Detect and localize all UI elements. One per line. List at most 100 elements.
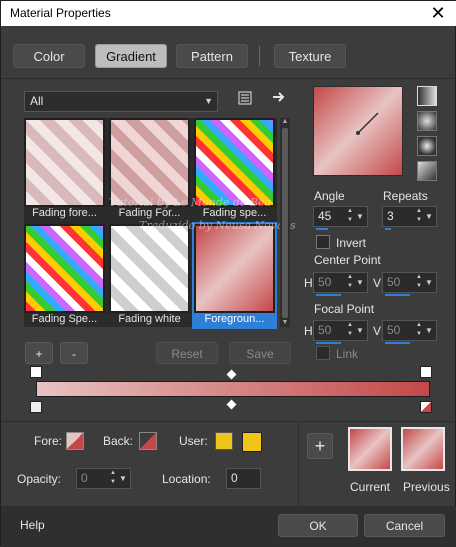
swatch-label: Fading Spe... [24, 313, 105, 327]
swatch-fading-foreground-2[interactable]: Fading For... [109, 118, 190, 221]
ok-button[interactable]: OK [278, 514, 358, 537]
angle-handle-icon [356, 112, 379, 135]
spin-arrows-icon[interactable]: ▲ ▼ [346, 273, 354, 292]
focal-h-label: H [304, 324, 313, 338]
spin-arrows-icon[interactable]: ▲ ▼ [415, 273, 423, 292]
location-input[interactable]: 0 [226, 468, 261, 489]
help-link[interactable]: Help [20, 518, 45, 532]
chevron-down-icon[interactable]: ▼ [424, 321, 434, 340]
swatch-label: Fading spe... [194, 207, 275, 221]
current-material-swatch[interactable] [348, 427, 392, 471]
user-color-swatch[interactable] [242, 432, 262, 452]
focal-h-spinner[interactable]: 50 ▲ ▼ ▼ [313, 320, 368, 344]
chevron-down-icon[interactable]: ▼ [355, 273, 365, 292]
tab-divider [1, 78, 456, 79]
scroll-up-icon[interactable]: ▲ [280, 118, 290, 126]
arrow-right-icon[interactable] [269, 89, 289, 109]
center-h-label: H [304, 276, 313, 290]
gradient-stop-top-left[interactable] [30, 366, 42, 378]
color-stop-end[interactable] [420, 401, 432, 413]
add-to-swatches-button[interactable]: + [307, 433, 333, 459]
center-point-label: Center Point [314, 253, 381, 267]
focal-h-value: 50 [318, 323, 332, 337]
chevron-down-icon[interactable]: ▼ [424, 207, 434, 226]
gradient-preview[interactable] [313, 86, 403, 176]
fore-stop-icon[interactable] [66, 432, 84, 450]
gradient-editor-bar[interactable] [36, 381, 430, 397]
reset-button[interactable]: Reset [156, 342, 218, 364]
scroll-down-icon[interactable]: ▼ [280, 319, 290, 327]
link-checkbox[interactable] [316, 346, 330, 360]
save-button[interactable]: Save [229, 342, 291, 364]
gradient-swatch-grid: Fading fore... Fading For... Fading spe.… [24, 118, 277, 329]
fore-label: Fore: [34, 434, 63, 448]
center-v-spinner[interactable]: 50 ▲ ▼ ▼ [382, 272, 437, 296]
material-properties-dialog: Material Properties ✕ Color Gradient Pat… [0, 0, 456, 547]
spin-arrows-icon[interactable]: ▲ ▼ [415, 207, 423, 226]
previous-material-swatch[interactable] [401, 427, 445, 471]
tab-color[interactable]: Color [13, 44, 85, 68]
swatch-label: Fading white [109, 313, 190, 327]
gradient-stop-top-right[interactable] [420, 366, 432, 378]
spin-arrows-icon[interactable]: ▲ ▼ [346, 207, 354, 226]
invert-label: Invert [336, 236, 367, 250]
center-v-slider-fill [385, 294, 410, 296]
back-stop-icon[interactable] [139, 432, 157, 450]
spin-arrows-icon[interactable]: ▲ ▼ [109, 469, 117, 488]
spin-arrows-icon[interactable]: ▲ ▼ [346, 321, 354, 340]
angle-spinner[interactable]: 45 ▲ ▼ ▼ [313, 206, 368, 230]
back-label: Back: [103, 434, 134, 448]
swatch-preview [196, 120, 273, 205]
linear-style-button[interactable] [417, 86, 437, 106]
tab-texture[interactable]: Texture [274, 44, 346, 68]
center-h-slider-fill [316, 294, 341, 296]
midpoint-bottom-handle[interactable] [226, 399, 237, 410]
repeats-spinner[interactable]: 3 ▲ ▼ ▼ [382, 206, 437, 230]
user-stop-icon[interactable] [215, 432, 233, 450]
cancel-button[interactable]: Cancel [364, 514, 445, 537]
spin-arrows-icon[interactable]: ▲ ▼ [415, 321, 423, 340]
current-label: Current [350, 480, 391, 494]
scroll-thumb[interactable] [282, 128, 288, 318]
focal-v-value: 50 [387, 323, 401, 337]
opacity-spinner[interactable]: 0 ▲ ▼ ▼ [76, 468, 131, 489]
center-v-value: 50 [387, 275, 401, 289]
chevron-down-icon[interactable]: ▼ [118, 469, 128, 488]
invert-checkbox[interactable] [316, 235, 330, 249]
chevron-down-icon: ▼ [204, 96, 213, 106]
midpoint-top-handle[interactable] [226, 369, 237, 380]
opacity-value: 0 [81, 471, 88, 485]
add-gradient-button[interactable]: + [25, 342, 53, 364]
swatch-fading-white[interactable]: Fading white [109, 224, 190, 327]
radial-style-button[interactable] [417, 161, 437, 181]
focal-v-spinner[interactable]: 50 ▲ ▼ ▼ [382, 320, 437, 344]
close-icon[interactable]: ✕ [427, 2, 449, 24]
chevron-down-icon[interactable]: ▼ [355, 321, 365, 340]
library-icon[interactable] [235, 90, 255, 110]
swatch-fading-spectrum[interactable]: Fading spe... [194, 118, 275, 221]
swatch-label: Fading fore... [24, 207, 105, 221]
window-title: Material Properties [10, 6, 111, 20]
center-h-value: 50 [318, 275, 332, 289]
remove-gradient-button[interactable]: - [60, 342, 88, 364]
angle-label: Angle [314, 189, 345, 203]
swatch-fading-spectrum-2[interactable]: Fading Spe... [24, 224, 105, 327]
tab-pattern[interactable]: Pattern [176, 44, 248, 68]
swatch-scrollbar[interactable]: ▲ ▼ [280, 118, 290, 327]
gradient-category-select[interactable]: All ▼ [24, 91, 218, 112]
swatch-foreground-background[interactable]: Foregroun... [192, 222, 277, 329]
category-value: All [30, 94, 44, 108]
chevron-down-icon[interactable]: ▼ [424, 273, 434, 292]
sunburst-style-button[interactable] [417, 136, 437, 156]
center-h-spinner[interactable]: 50 ▲ ▼ ▼ [313, 272, 368, 296]
rectangular-style-button[interactable] [417, 111, 437, 131]
swatch-fading-foreground[interactable]: Fading fore... [24, 118, 105, 221]
user-label: User: [179, 434, 208, 448]
chevron-down-icon[interactable]: ▼ [355, 207, 365, 226]
dialog-footer: Help OK Cancel [1, 506, 456, 547]
tab-gradient[interactable]: Gradient [95, 44, 167, 68]
color-stop-start[interactable] [30, 401, 42, 413]
previous-label: Previous [403, 480, 450, 494]
location-value: 0 [231, 471, 238, 485]
swatch-preview [26, 226, 103, 311]
